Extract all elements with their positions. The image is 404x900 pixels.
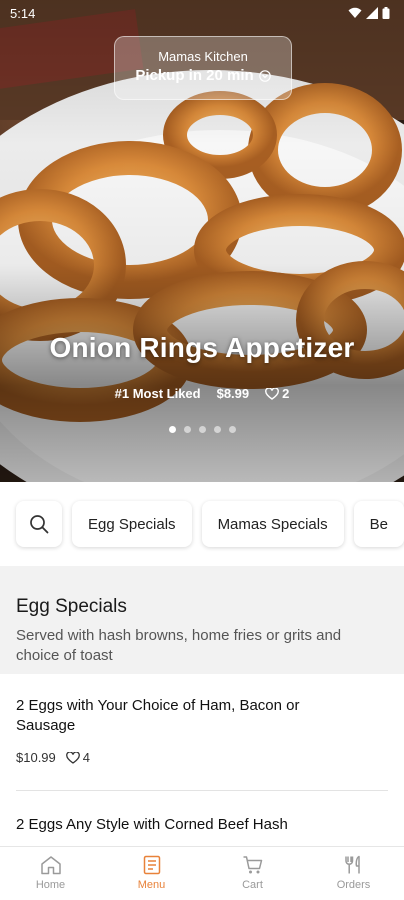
category-chip-more[interactable]: Be (353, 501, 404, 547)
carousel-dot[interactable] (228, 426, 236, 433)
nav-label: Menu (137, 879, 166, 891)
pickup-time: Pickup in 20 min (115, 67, 291, 84)
category-bar[interactable]: Egg Specials Mamas Specials Be (0, 482, 404, 566)
menu-item-likes[interactable]: 4 (65, 750, 90, 765)
featured-likes[interactable]: 2 (265, 386, 289, 401)
orders-icon (344, 855, 360, 874)
menu-item-meta: $10.99 4 (16, 750, 388, 765)
status-time: 5:14 (10, 5, 36, 21)
search-icon (30, 515, 49, 534)
featured-badge: #1 Most Liked (114, 386, 201, 401)
featured-hero[interactable]: 5:14 Mamas Kitchen Pickup in 20 min Onio… (0, 0, 404, 482)
search-button[interactable] (16, 501, 62, 547)
carousel-dot[interactable] (183, 426, 191, 433)
status-icons (348, 7, 390, 19)
menu-icon (143, 855, 160, 875)
category-chip-mamas-specials[interactable]: Mamas Specials (201, 501, 344, 547)
heart-icon (265, 387, 280, 400)
menu-item-name: 2 Eggs Any Style with Corned Beef Hash (16, 816, 288, 833)
pickup-selector[interactable]: Mamas Kitchen Pickup in 20 min (114, 36, 292, 100)
nav-item-home[interactable]: Home (0, 847, 101, 900)
carousel-dots (0, 426, 404, 433)
menu-item[interactable]: 2 Eggs Any Style with Corned Beef Hash (0, 791, 404, 835)
signal-icon (366, 7, 378, 19)
home-icon (40, 856, 61, 875)
menu-item-name: 2 Eggs with Your Choice of Ham, Bacon or… (16, 697, 300, 734)
featured-item-title: Onion Rings Appetizer (49, 332, 355, 363)
featured-likes-count: 2 (282, 386, 290, 401)
bottom-nav: Home Menu Cart Orders (0, 846, 404, 900)
wifi-icon (348, 7, 362, 18)
nav-label: Home (35, 879, 66, 891)
category-chip-egg-specials[interactable]: Egg Specials (72, 501, 192, 547)
nav-label: Orders (336, 879, 371, 891)
menu-item-likes-count: 4 (82, 750, 90, 765)
carousel-dot[interactable] (213, 426, 221, 433)
nav-item-menu[interactable]: Menu (101, 847, 202, 900)
menu-item-list: 2 Eggs with Your Choice of Ham, Bacon or… (0, 674, 404, 846)
nav-item-cart[interactable]: Cart (202, 847, 303, 900)
pickup-time-label: Pickup in 20 min (135, 67, 254, 84)
section-title: Egg Specials (16, 596, 127, 617)
heart-icon (65, 751, 80, 764)
menu-item-price: $10.99 (16, 750, 56, 765)
section-header: Egg Specials Served with hash browns, ho… (0, 566, 404, 674)
cart-icon (243, 856, 262, 874)
nav-item-orders[interactable]: Orders (303, 847, 404, 900)
menu-item[interactable]: 2 Eggs with Your Choice of Ham, Bacon or… (0, 674, 404, 765)
featured-price: $8.99 (216, 386, 250, 401)
carousel-dot[interactable] (198, 426, 206, 433)
restaurant-name: Mamas Kitchen (158, 49, 248, 64)
status-bar: 5:14 (0, 0, 404, 26)
nav-label: Cart (242, 879, 263, 891)
chevron-down-icon (258, 69, 271, 82)
featured-item-meta: #1 Most Liked $8.99 2 (0, 386, 404, 401)
section-description: Served with hash browns, home fries or g… (16, 627, 342, 664)
battery-icon (382, 7, 390, 19)
carousel-dot[interactable] (168, 426, 176, 433)
